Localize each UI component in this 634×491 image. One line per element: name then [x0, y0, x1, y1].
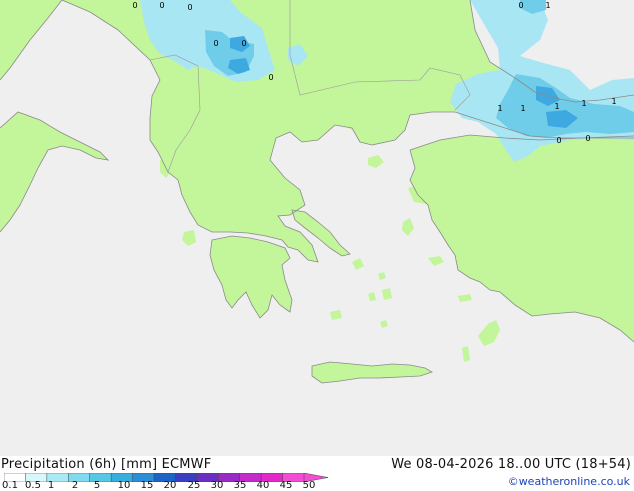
map-title: Precipitation (6h) [mm] ECMWF [1, 457, 212, 472]
legend-tick-label: 20 [163, 480, 177, 491]
legend-tick-label: 1 [47, 480, 55, 491]
contour-label: 1 [611, 97, 616, 106]
precipitation-map: 0 0 0 0 0 1 0 1 1 1 1 1 0 0 0 [0, 0, 634, 456]
contour-label: 1 [545, 1, 550, 10]
legend-tick-label: 2 [71, 480, 79, 491]
legend-tick-label: 0.5 [25, 480, 41, 491]
legend-tick-label: 30 [210, 480, 224, 491]
contour-label: 0 [213, 39, 218, 48]
legend-tick-label: 5 [93, 480, 101, 491]
forecast-datetime: We 08-04-2026 18..00 UTC (18+54) [391, 457, 631, 472]
contour-label: 0 [159, 1, 164, 10]
legend-tick-label: 45 [279, 480, 293, 491]
legend-tick-label: 10 [117, 480, 131, 491]
site-credit: ©weatheronline.co.uk [507, 475, 630, 488]
contour-label: 0 [518, 1, 523, 10]
contour-label: 1 [497, 104, 502, 113]
map-footer: Precipitation (6h) [mm] ECMWF We 08-04-2… [0, 456, 634, 491]
legend-tick-label: 15 [140, 480, 154, 491]
contour-label: 1 [554, 102, 559, 111]
contour-label: 0 [268, 73, 273, 82]
legend-tick-label: 0.1 [2, 480, 18, 491]
contour-label: 0 [187, 3, 192, 12]
contour-label: 1 [520, 104, 525, 113]
contour-label: 0 [556, 136, 561, 145]
legend-tick-label: 40 [256, 480, 270, 491]
contour-label: 0 [132, 1, 137, 10]
contour-label: 0 [585, 134, 590, 143]
legend-tick-label: 35 [233, 480, 247, 491]
contour-label: 0 [241, 39, 246, 48]
contour-label: 1 [581, 99, 586, 108]
legend-tick-label: 25 [187, 480, 201, 491]
legend-tick-label: 50 [302, 480, 316, 491]
